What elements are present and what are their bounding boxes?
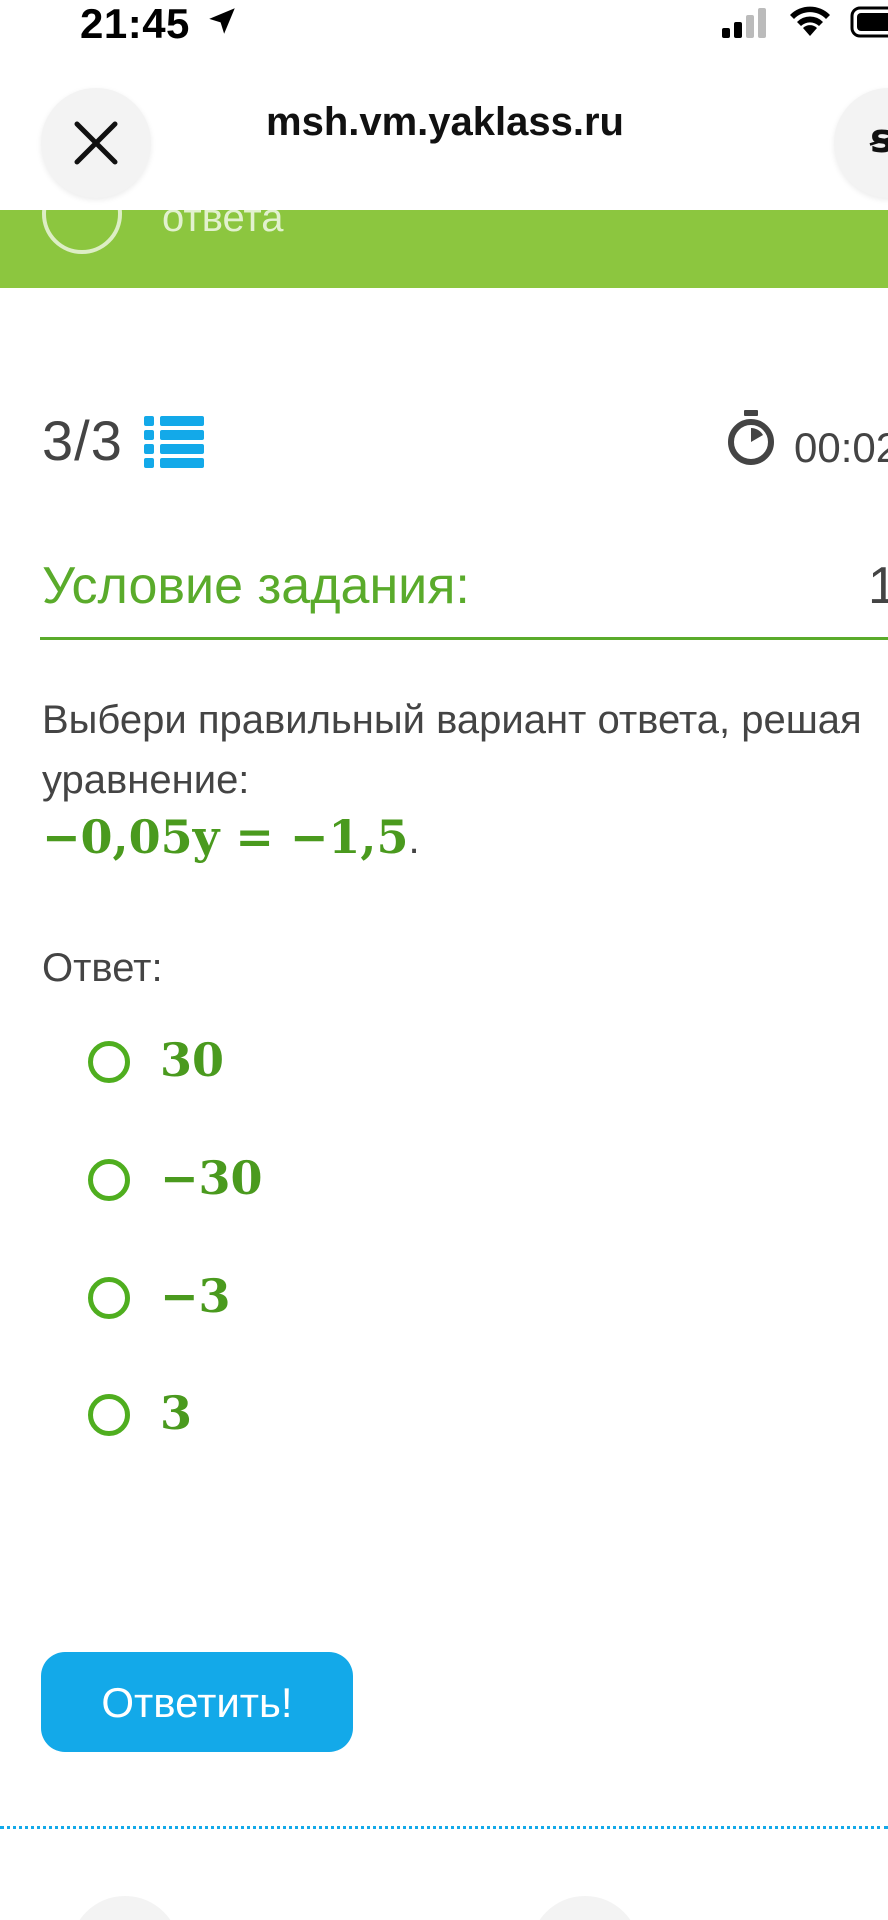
reader-mode-button[interactable]: ꞩ: [834, 88, 888, 198]
task-number: 1: [868, 557, 888, 615]
status-banner: ответа: [0, 210, 888, 288]
section-divider: [0, 1826, 888, 1829]
answer-option-1[interactable]: 30: [88, 1033, 488, 1097]
banner-circle-icon: [42, 210, 122, 254]
heading-divider: [40, 637, 888, 640]
option-value: −3: [160, 1269, 231, 1323]
submit-answer-button[interactable]: Ответить!: [41, 1652, 353, 1752]
timer-value: 00:02: [794, 424, 888, 471]
battery-icon: [850, 6, 888, 38]
radio-button[interactable]: [88, 1277, 130, 1319]
option-value: 3: [160, 1386, 193, 1440]
answer-label: Ответ:: [42, 946, 163, 990]
task-instruction: Выбери правильный вариант ответа, решая …: [42, 698, 862, 802]
option-value: 30: [160, 1033, 225, 1087]
browser-toolbar: msh.vm.yaklass.ru ꞩ: [0, 50, 888, 210]
bottom-toolbar-button-left[interactable]: [70, 1896, 180, 1920]
status-time: 21:45: [80, 0, 190, 47]
radio-button[interactable]: [88, 1394, 130, 1436]
url-address[interactable]: msh.vm.yaklass.ru: [200, 100, 690, 145]
wifi-icon: [790, 6, 830, 36]
close-button[interactable]: [41, 88, 151, 198]
page: 21:45 msh.vm.yaklass.ru ꞩ ответа 3/3 00:…: [0, 0, 888, 1920]
radio-button[interactable]: [88, 1159, 130, 1201]
condition-heading: Условие задания:: [42, 557, 470, 615]
close-icon: [74, 121, 118, 165]
location-arrow-icon: [209, 8, 235, 34]
reader-mode-icon: ꞩ: [870, 117, 888, 161]
bottom-toolbar-button-right[interactable]: [530, 1896, 640, 1920]
option-value: −30: [160, 1151, 263, 1205]
task-equation: −0,05y = −1,5.: [42, 810, 420, 864]
answer-option-3[interactable]: −3: [88, 1269, 488, 1333]
progress-counter: 3/3: [42, 409, 123, 472]
answer-option-2[interactable]: −30: [88, 1151, 488, 1215]
stopwatch-icon: [728, 410, 774, 465]
radio-button[interactable]: [88, 1041, 130, 1083]
equation-text: −0,05y = −1,5: [42, 810, 409, 864]
equation-period: .: [408, 818, 420, 862]
cellular-signal-icon: [722, 8, 766, 38]
banner-text: ответа: [162, 210, 284, 240]
status-bar: 21:45: [0, 0, 888, 50]
task-list-icon[interactable]: [144, 414, 204, 470]
answer-option-4[interactable]: 3: [88, 1386, 488, 1450]
